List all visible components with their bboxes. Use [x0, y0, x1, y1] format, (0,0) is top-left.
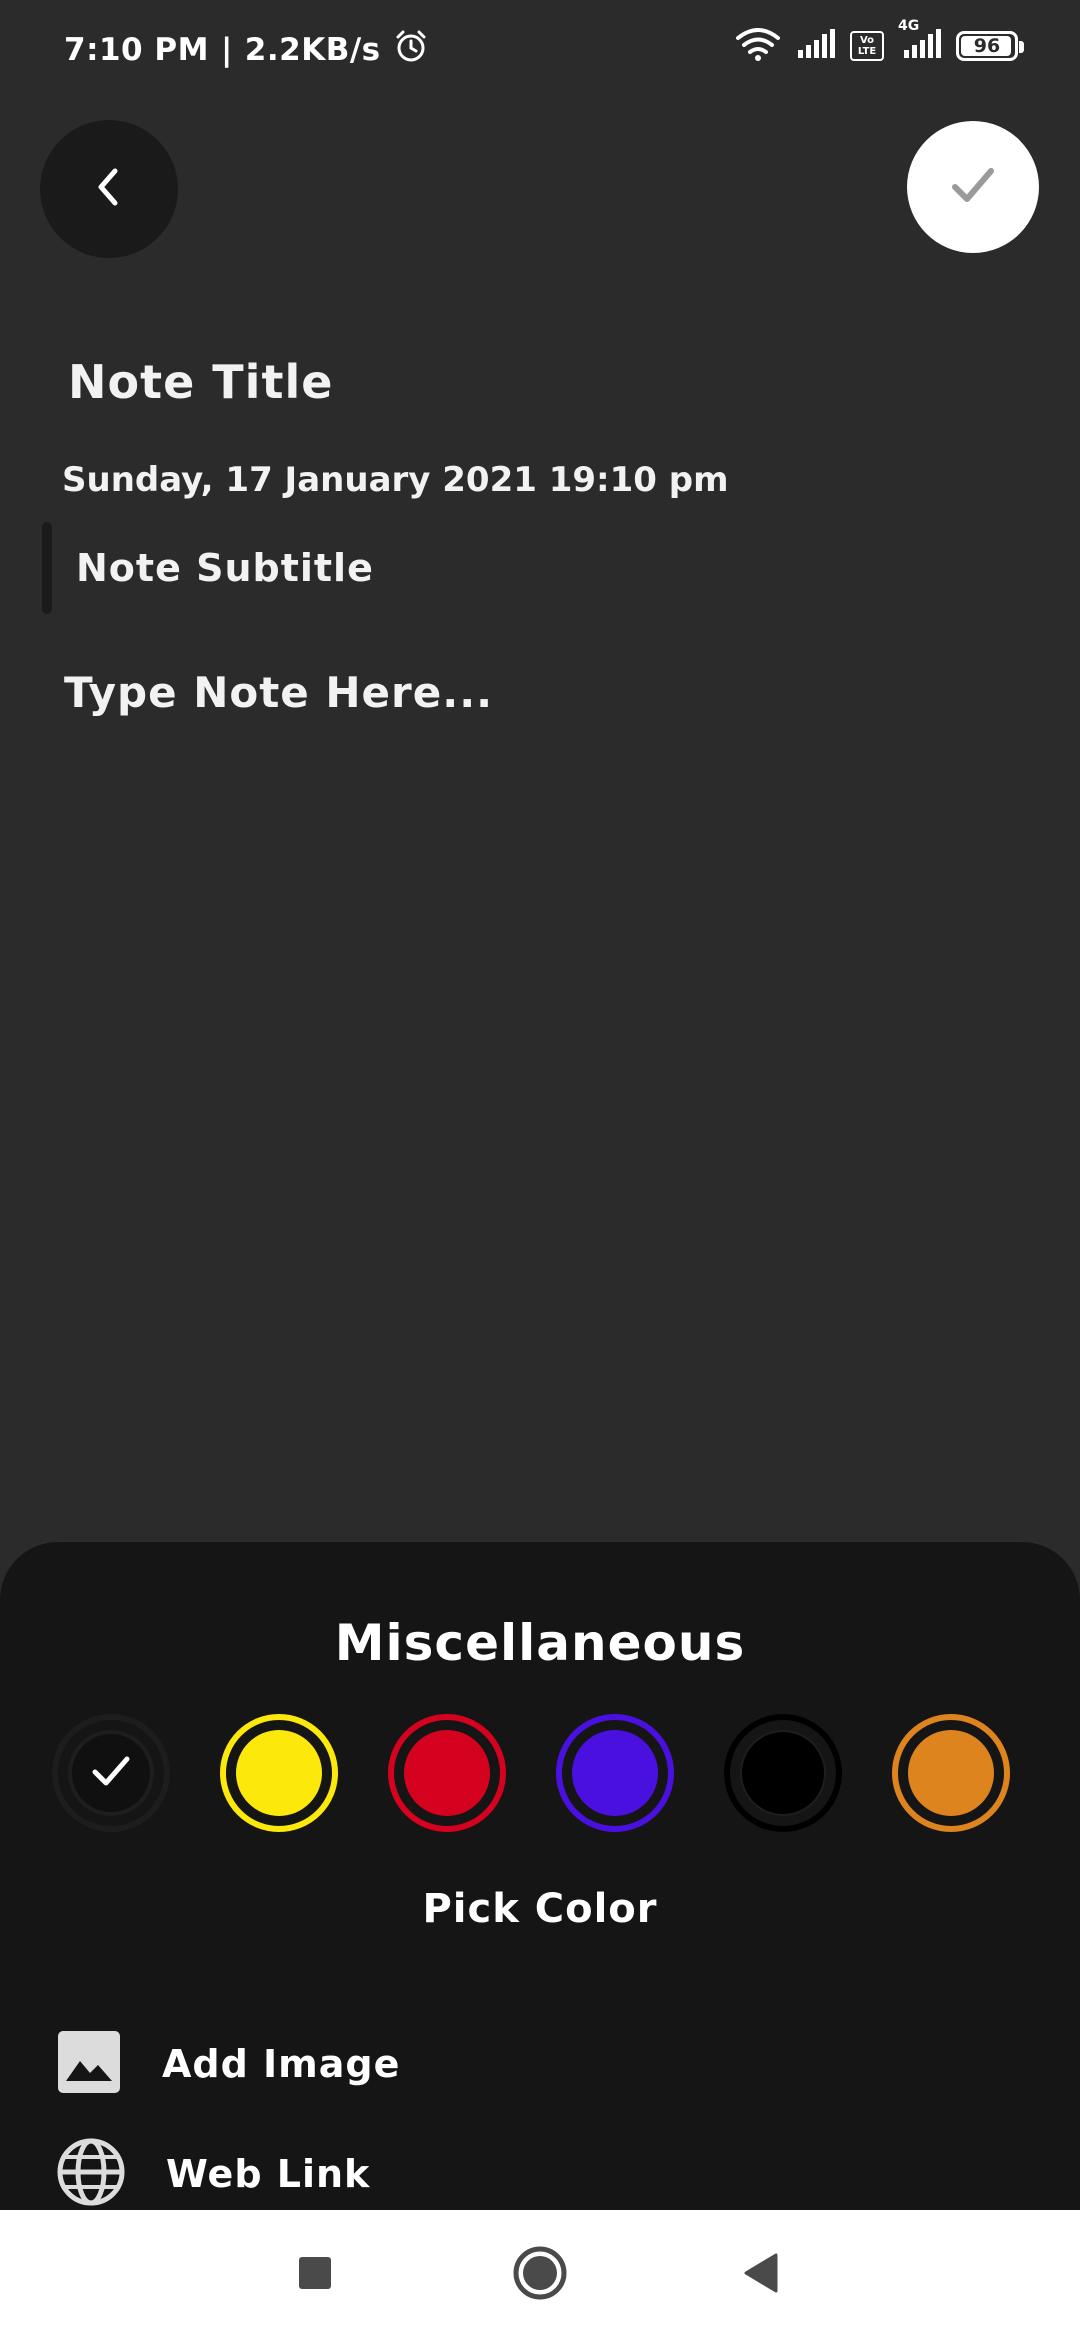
home-button[interactable] — [500, 2235, 580, 2315]
battery-level: 96 — [973, 35, 1001, 57]
note-subtitle-input[interactable]: Note Subtitle — [76, 546, 374, 590]
status-bar: 7:10 PM | 2.2KB/s Vo LTE 4G 96 — [0, 0, 1080, 100]
globe-icon — [56, 2137, 126, 2211]
color-swatch-orange[interactable] — [892, 1714, 1010, 1832]
status-right: Vo LTE 4G 96 — [734, 18, 1024, 66]
color-swatch-default-fill — [68, 1730, 154, 1816]
web-link-label: Web Link — [166, 2152, 371, 2196]
status-time: 7:10 PM — [64, 32, 209, 68]
volte-icon: Vo LTE — [850, 31, 884, 61]
miscellaneous-sheet: Miscellaneous Pick Color Add Image Web L… — [0, 1542, 1080, 2210]
color-swatch-black[interactable] — [724, 1714, 842, 1832]
pick-color-label: Pick Color — [422, 1886, 658, 1932]
color-swatch-orange-fill — [908, 1730, 994, 1816]
signal-icon — [796, 28, 836, 64]
note-title-input[interactable]: Note Title — [68, 355, 333, 409]
status-left: 7:10 PM | 2.2KB/s — [64, 28, 429, 72]
status-separator: | — [220, 32, 233, 68]
color-swatch-red[interactable] — [388, 1714, 506, 1832]
subtitle-indicator-bar — [42, 522, 52, 614]
navigation-bar — [0, 2210, 1080, 2340]
circle-icon — [512, 2245, 568, 2305]
triangle-back-icon — [740, 2251, 780, 2299]
wifi-icon — [734, 26, 782, 66]
battery-icon: 96 — [956, 31, 1024, 61]
color-swatch-yellow[interactable] — [220, 1714, 338, 1832]
web-link-button[interactable]: Web Link — [56, 2134, 370, 2214]
color-swatch-red-fill — [404, 1730, 490, 1816]
check-icon — [86, 1746, 136, 1800]
add-image-button[interactable]: Add Image — [56, 2024, 400, 2104]
image-icon — [56, 2029, 122, 2099]
nav-back-button[interactable] — [720, 2235, 800, 2315]
sheet-title[interactable]: Miscellaneous — [0, 1614, 1080, 1672]
note-body-input[interactable]: Type Note Here... — [64, 668, 493, 717]
network-type-label: 4G — [898, 18, 920, 34]
save-note-button[interactable] — [907, 121, 1039, 253]
color-swatch-black-fill — [740, 1730, 826, 1816]
add-image-label: Add Image — [162, 2042, 401, 2086]
recents-button[interactable] — [275, 2235, 355, 2315]
network-speed: 2.2KB/s — [244, 32, 381, 68]
signal-4g-icon: 4G — [898, 18, 942, 64]
color-swatch-default[interactable] — [52, 1714, 170, 1832]
color-swatch-blue-fill — [572, 1730, 658, 1816]
alarm-icon — [393, 28, 429, 72]
back-button[interactable] — [40, 120, 178, 258]
check-icon — [945, 157, 1001, 217]
chevron-left-icon — [89, 163, 129, 215]
note-datetime: Sunday, 17 January 2021 19:10 pm — [62, 460, 729, 500]
color-swatch-yellow-fill — [236, 1730, 322, 1816]
square-icon — [297, 2255, 333, 2295]
subtitle-container: Note Subtitle — [42, 522, 374, 614]
color-swatch-blue[interactable] — [556, 1714, 674, 1832]
